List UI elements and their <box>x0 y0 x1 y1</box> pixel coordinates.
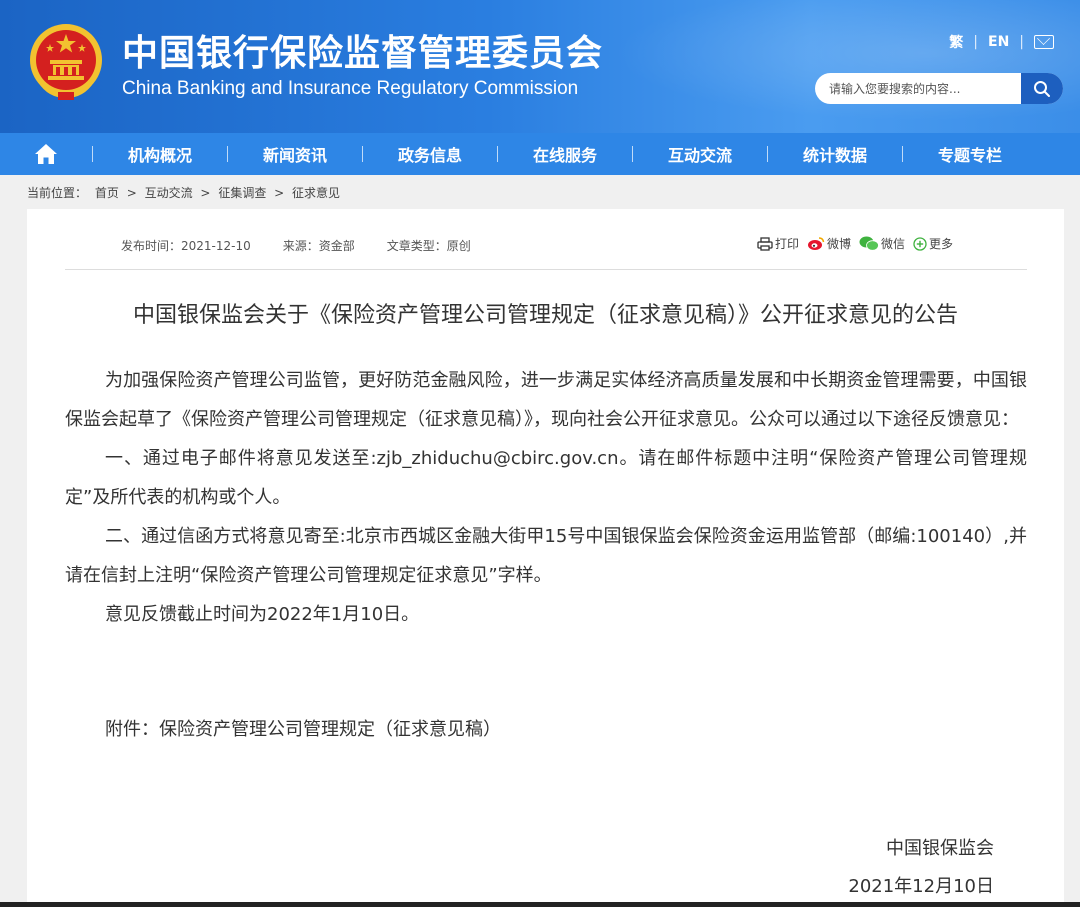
nav-item-label[interactable]: 新闻资讯 <box>228 142 362 166</box>
main-nav: 机构概况 新闻资讯 政务信息 在线服务 互动交流 统计数据 专题专栏 <box>0 133 1080 175</box>
breadcrumb-separator: > <box>200 186 211 200</box>
article-panel: 发布时间：2021-12-10 来源：资金部 文章类型：原创 打印 微博 微信 … <box>27 209 1064 907</box>
nav-item[interactable]: 在线服务 <box>497 133 632 175</box>
search-box <box>815 73 1063 104</box>
english-link[interactable]: EN <box>988 34 1009 50</box>
nav-item[interactable]: 政务信息 <box>362 133 497 175</box>
article-body: 为加强保险资产管理公司监管，更好防范金融风险，进一步满足实体经济高质量发展和中长… <box>65 361 1027 634</box>
signature-date: 2021年12月10日 <box>848 876 994 897</box>
wechat-icon <box>859 236 879 251</box>
nav-item[interactable]: 专题专栏 <box>902 133 1037 175</box>
nav-item-label[interactable]: 机构概况 <box>93 142 227 166</box>
paragraph: 二、通过信函方式将意见寄至:北京市西城区金融大街甲15号中国银保监会保险资金运用… <box>65 526 1027 586</box>
breadcrumb-separator: > <box>126 186 137 200</box>
mail-icon[interactable] <box>1034 35 1054 49</box>
nav-item[interactable]: 统计数据 <box>767 133 902 175</box>
more-label: 更多 <box>929 237 954 251</box>
paragraph: 为加强保险资产管理公司监管，更好防范金融风险，进一步满足实体经济高质量发展和中长… <box>65 370 1027 430</box>
nav-item-label[interactable]: 政务信息 <box>363 142 497 166</box>
more-share-button[interactable]: 更多 <box>913 235 953 252</box>
article-source: 来源：资金部 <box>282 239 355 253</box>
traditional-chinese-link[interactable]: 繁 <box>949 32 963 52</box>
nav-item[interactable]: 机构概况 <box>92 133 227 175</box>
wechat-label: 微信 <box>881 237 906 251</box>
breadcrumb-prefix: 当前位置： <box>27 186 88 200</box>
search-icon <box>1034 80 1050 97</box>
top-links: 繁 | EN | <box>949 32 1054 52</box>
breadcrumb-separator: > <box>274 186 285 200</box>
article-type: 文章类型：原创 <box>386 239 471 253</box>
article-title: 中国银保监会关于《保险资产管理公司管理规定（征求意见稿）》公开征求意见的公告 <box>132 303 958 328</box>
plus-circle-icon <box>913 236 927 251</box>
home-icon <box>35 144 57 164</box>
top-link-divider: | <box>973 34 978 50</box>
breadcrumb-item[interactable]: 互动交流 <box>145 186 193 200</box>
wechat-share-button[interactable]: 微信 <box>859 235 905 252</box>
paragraph: 一、通过电子邮件将意见发送至:zjb_zhiduchu@cbirc.gov.cn… <box>65 448 1027 508</box>
national-emblem-icon[interactable] <box>28 20 104 102</box>
nav-item[interactable]: 新闻资讯 <box>227 133 362 175</box>
search-button[interactable] <box>1021 73 1063 104</box>
site-header: 中国银行保险监督管理委员会 China Banking and Insuranc… <box>0 0 1080 133</box>
nav-item[interactable]: 互动交流 <box>632 133 767 175</box>
nav-item-label[interactable]: 专题专栏 <box>903 142 1037 166</box>
publish-time: 发布时间：2021-12-10 <box>121 239 251 253</box>
nav-home[interactable] <box>0 133 92 175</box>
article-meta: 发布时间：2021-12-10 来源：资金部 文章类型：原创 <box>121 237 471 254</box>
site-title-en[interactable]: China Banking and Insurance Regulatory C… <box>122 78 578 100</box>
breadcrumb-item[interactable]: 征集调查 <box>218 186 266 200</box>
breadcrumb-item[interactable]: 首页 <box>95 186 119 200</box>
nav-item-label[interactable]: 互动交流 <box>633 142 767 166</box>
nav-item-label[interactable]: 统计数据 <box>768 142 902 166</box>
print-button[interactable]: 打印 <box>757 235 799 252</box>
bottom-bar <box>0 902 1080 907</box>
attachment-link[interactable]: 附件：保险资产管理公司管理规定（征求意见稿） <box>105 715 501 741</box>
nav-item-label[interactable]: 在线服务 <box>498 142 632 166</box>
print-label: 打印 <box>775 237 800 251</box>
breadcrumb-item[interactable]: 征求意见 <box>292 186 340 200</box>
share-bar: 打印 微博 微信 更多 <box>757 235 953 252</box>
weibo-label: 微博 <box>827 237 852 251</box>
site-title-cn[interactable]: 中国银行保险监督管理委员会 <box>122 24 603 76</box>
search-input[interactable] <box>815 73 1021 104</box>
paragraph: 意见反馈截止时间为2022年1月10日。 <box>105 604 420 625</box>
breadcrumb: 当前位置： 首页 > 互动交流 > 征集调查 > 征求意见 <box>27 184 344 201</box>
signature-org: 中国银保监会 <box>886 838 994 859</box>
weibo-share-button[interactable]: 微博 <box>807 235 851 252</box>
printer-icon <box>757 236 773 251</box>
weibo-icon <box>808 237 825 250</box>
top-link-divider: | <box>1019 34 1024 50</box>
divider <box>65 269 1027 270</box>
